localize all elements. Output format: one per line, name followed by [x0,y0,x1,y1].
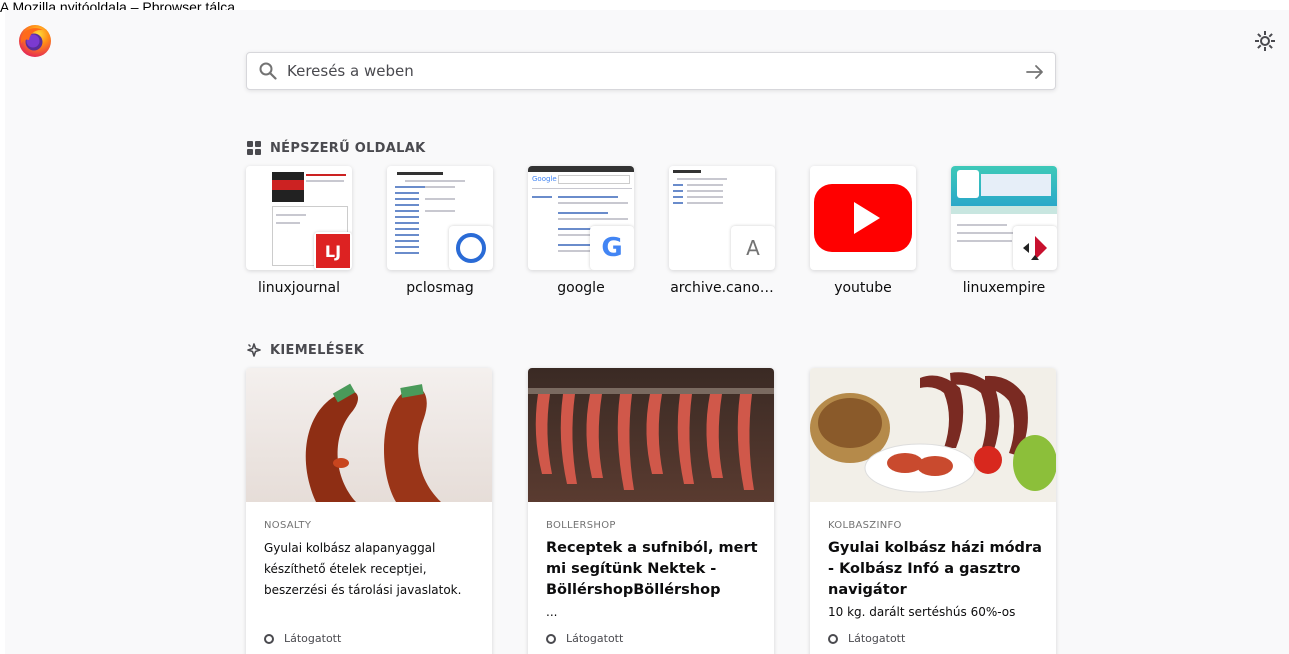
visited-status: Látogatott [546,632,623,645]
highlight-card-bollershop[interactable]: BOLLERSHOP Receptek a sufniból, mert mi … [528,368,774,654]
top-site-tile-youtube[interactable]: youtube [810,166,916,296]
pclosmag-badge [449,226,493,270]
top-site-tile-linuxjournal[interactable]: LJ linuxjournal [246,166,352,296]
highlight-card-kolbaszinfo[interactable]: KOLBASZINFO Gyulai kolbász házi módra - … [810,368,1056,654]
highlight-title: Gyulai kolbász házi módra - Kolbász Infó… [828,540,1042,598]
top-site-tile-google[interactable]: Google G google [528,166,634,296]
search-box[interactable]: Keresés a weben [246,52,1056,90]
highlight-title: Receptek a sufniból, mert mi segítünk Ne… [546,540,758,598]
visited-icon [828,633,838,644]
youtube-logo-icon [814,184,912,252]
top-site-thumbnail[interactable] [810,166,916,270]
lj-badge: LJ [314,232,352,270]
top-sites-heading-label: NÉPSZERŰ OLDALAK [270,140,426,156]
firefox-logo-icon [19,25,51,57]
highlight-description: ... [546,605,558,619]
highlight-image [810,368,1056,502]
search-icon [259,62,277,80]
highlight-description: Gyulai kolbász alapanyaggal készíthető é… [264,541,462,597]
top-site-thumbnail[interactable] [387,166,493,270]
highlight-image [528,368,774,502]
highlight-card-nosalty[interactable]: NOSALTY Gyulai kolbász alapanyaggal kész… [246,368,492,654]
top-site-label: pclosmag [406,280,474,296]
highlight-image [246,368,492,502]
sparkle-icon [247,343,261,357]
highlight-source: BOLLERSHOP [546,520,616,531]
top-site-label: linuxempire [962,280,1046,296]
top-site-label: archive.cano… [670,280,774,296]
top-site-tile-archive-canonical[interactable]: A archive.cano… [669,166,775,296]
top-site-thumbnail[interactable] [951,166,1057,270]
gear-icon[interactable] [1254,30,1276,52]
visited-label: Látogatott [284,632,342,645]
top-sites-heading: NÉPSZERŰ OLDALAK [246,140,425,156]
top-site-thumbnail[interactable]: Google G [528,166,634,270]
top-site-label: google [557,280,605,296]
top-site-thumbnail[interactable]: LJ [246,166,352,270]
highlights-heading: KIEMELÉSEK [246,342,364,358]
visited-status: Látogatott [828,632,905,645]
linuxempire-badge [1013,226,1057,270]
visited-status: Látogatott [264,632,341,645]
visited-icon [546,633,556,644]
highlight-source: NOSALTY [264,520,312,531]
new-tab-page: Keresés a weben NÉPSZERŰ OLDALAK LJ linu… [5,10,1289,654]
archive-badge: A [731,226,775,270]
grid-icon [247,141,261,155]
search-placeholder: Keresés a weben [287,62,414,80]
top-site-thumbnail[interactable]: A [669,166,775,270]
arrow-right-icon[interactable] [1025,62,1045,82]
highlight-description: 10 kg. darált sertéshús 60%-os [828,605,1016,619]
top-site-label: youtube [834,280,892,296]
visited-label: Látogatott [848,632,906,645]
visited-icon [264,633,274,644]
top-site-label: linuxjournal [258,280,340,296]
highlight-source: KOLBASZINFO [828,520,902,531]
top-site-tile-linuxempire[interactable]: linuxempire [951,166,1057,296]
visited-label: Látogatott [566,632,624,645]
google-badge: G [590,226,634,270]
top-site-tile-pclosmag[interactable]: pclosmag [387,166,493,296]
highlights-heading-label: KIEMELÉSEK [270,342,365,358]
